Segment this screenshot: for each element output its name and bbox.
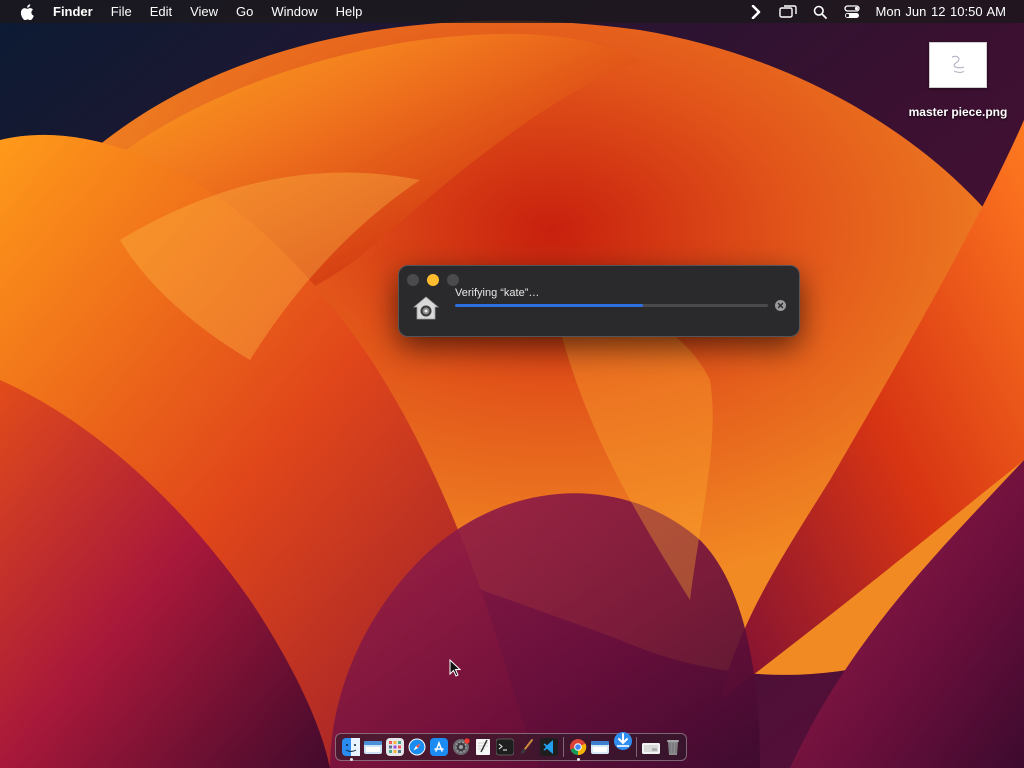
dock (335, 732, 687, 761)
folder-window-icon[interactable] (364, 738, 382, 756)
terminal-icon[interactable] (495, 738, 515, 756)
image-thumbnail-icon[interactable] (929, 42, 987, 88)
menu-edit[interactable]: Edit (141, 0, 181, 23)
safari-icon[interactable] (408, 738, 426, 756)
wallpaper (0, 0, 1024, 768)
chevron-right-icon[interactable] (745, 0, 767, 23)
zoom-button[interactable] (447, 274, 459, 286)
screen-mirroring-icon[interactable] (777, 0, 799, 23)
apple-menu-icon[interactable] (17, 0, 37, 23)
brush-icon[interactable] (518, 738, 536, 756)
vscode-icon[interactable] (540, 738, 558, 756)
close-button[interactable] (407, 274, 419, 286)
downloads-icon[interactable] (642, 738, 660, 756)
menu-help[interactable]: Help (327, 0, 372, 23)
app-store-icon[interactable] (430, 738, 448, 756)
menu-go[interactable]: Go (227, 0, 262, 23)
finder-icon[interactable] (342, 738, 360, 761)
trash-icon[interactable] (664, 738, 682, 756)
gatekeeper-house-icon (412, 296, 440, 320)
desktop-file-label: master piece.png (908, 105, 1008, 119)
minimize-button[interactable] (427, 274, 439, 286)
verify-dialog: Verifying “kate”… (398, 265, 800, 337)
spotlight-search-icon[interactable] (809, 0, 831, 23)
verify-status-label: Verifying “kate”… (455, 287, 540, 299)
launchpad-icon[interactable] (386, 738, 404, 756)
menu-bar: Finder File Edit View Go Window Help Mon… (0, 0, 1024, 23)
menu-bar-status-area: Mon Jun 12 10:50 AM (740, 0, 1024, 23)
verify-progress-fill (455, 304, 643, 307)
cancel-icon[interactable] (775, 300, 786, 311)
running-indicator (577, 758, 580, 761)
installer-icon[interactable] (613, 732, 632, 756)
textedit-icon[interactable] (474, 738, 492, 756)
chrome-icon[interactable] (569, 738, 587, 761)
verify-progress-bar (455, 304, 768, 307)
menu-file[interactable]: File (102, 0, 141, 23)
dock-separator (563, 737, 564, 757)
desktop-file-master-piece[interactable]: master piece.png (894, 40, 1022, 119)
mouse-cursor-icon (449, 659, 461, 677)
menu-bar-clock[interactable]: Mon Jun 12 10:50 AM (876, 4, 1006, 19)
control-center-icon[interactable] (841, 0, 863, 23)
desktop[interactable]: Finder File Edit View Go Window Help Mon… (0, 0, 1024, 768)
running-indicator (350, 758, 353, 761)
system-settings-icon[interactable] (452, 738, 470, 756)
menu-view[interactable]: View (181, 0, 227, 23)
finder-window-icon[interactable] (591, 738, 609, 756)
menu-app-name[interactable]: Finder (53, 0, 102, 23)
menu-window[interactable]: Window (262, 0, 326, 23)
dock-separator (636, 737, 637, 757)
